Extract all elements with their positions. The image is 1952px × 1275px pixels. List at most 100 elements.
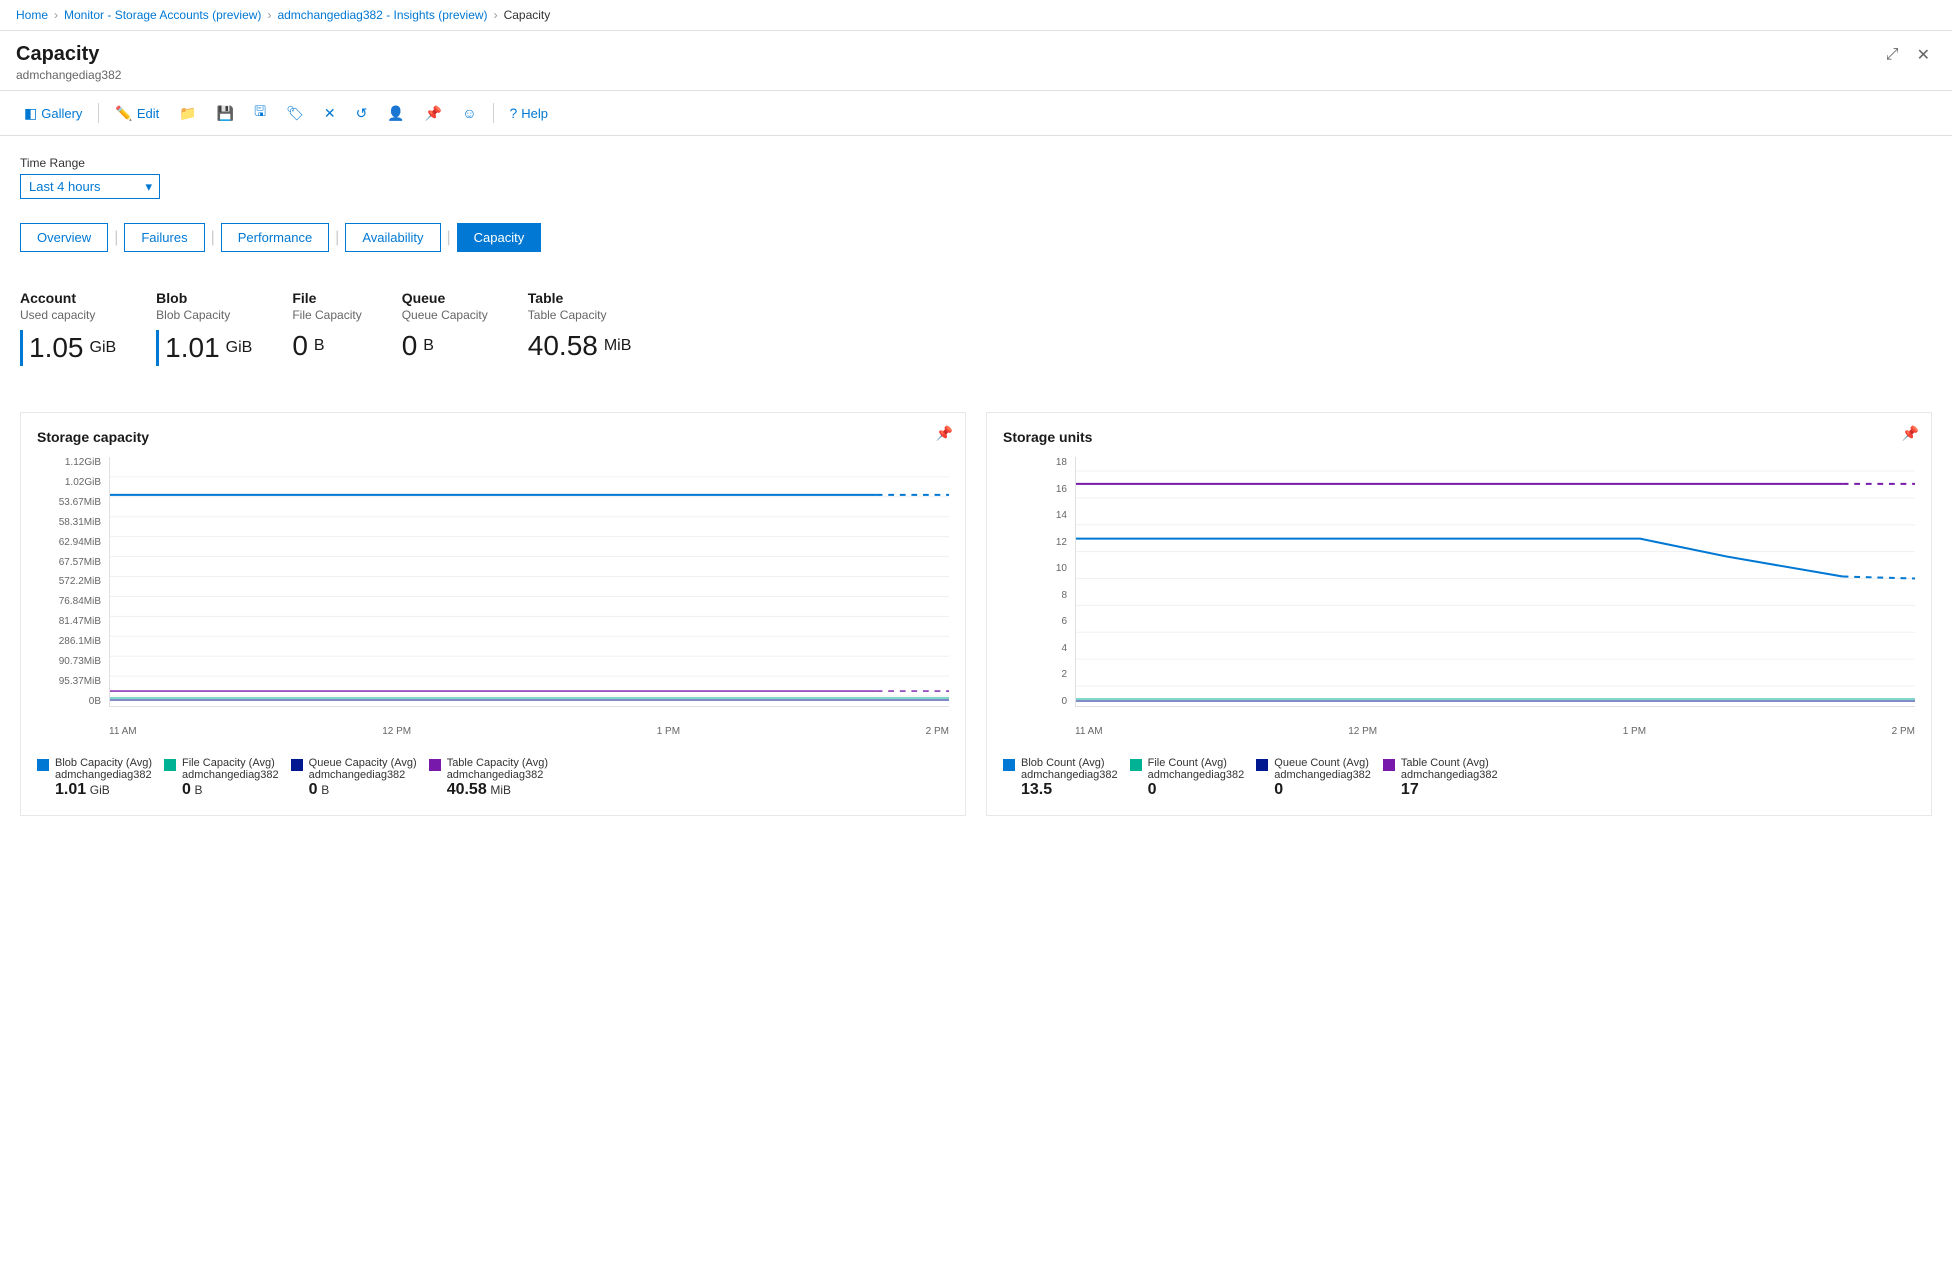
legend-file-color [164, 759, 176, 771]
metric-table-unit: MiB [604, 337, 632, 355]
metric-file-sublabel: File Capacity [292, 308, 361, 322]
legend-file-capacity: File Capacity (Avg) admchangediag382 0 B [164, 757, 279, 799]
storage-units-plot [1075, 457, 1915, 707]
breadcrumb-monitor[interactable]: Monitor - Storage Accounts (preview) [64, 8, 261, 22]
legend-queue-color [291, 759, 303, 771]
metric-file-value-row: 0 B [292, 330, 361, 362]
save-icon: 💾 [217, 105, 234, 122]
metrics-row: Account Used capacity 1.05 GiB Blob Blob… [20, 280, 1932, 376]
storage-units-legend: Blob Count (Avg) admchangediag382 13.5 F… [1003, 749, 1915, 799]
metric-queue-value-row: 0 B [402, 330, 488, 362]
metric-table-value-row: 40.58 MiB [528, 330, 632, 362]
metric-account-label: Account [20, 290, 116, 306]
tag-button[interactable]: 🏷 [278, 101, 312, 126]
metric-blob-unit: GiB [226, 339, 253, 357]
metric-file-value: 0 [292, 330, 308, 362]
tab-capacity[interactable]: Capacity [457, 223, 542, 252]
help-icon: ? [510, 105, 518, 121]
storage-units-title: Storage units [1003, 429, 1915, 445]
metric-blob-indicator [156, 330, 159, 366]
storage-units-panel: Storage units 📌 18 16 14 12 10 8 6 4 2 0 [986, 412, 1932, 816]
metric-blob-value: 1.01 [165, 332, 220, 364]
storage-capacity-plot [109, 457, 949, 707]
storage-units-svg [1076, 457, 1915, 706]
pin-toolbar-button[interactable]: 📌 [417, 101, 450, 126]
tab-bar: Overview | Failures | Performance | Avai… [20, 223, 1932, 252]
feedback-icon: ☺ [462, 105, 476, 121]
edit-button[interactable]: ✏️ Edit [107, 101, 167, 126]
legend-queue-count: Queue Count (Avg) admchangediag382 0 [1256, 757, 1371, 799]
metric-account-value-row: 1.05 GiB [20, 330, 116, 366]
legend-queue-count-color [1256, 759, 1268, 771]
panel-close-button[interactable]: ✕ [1911, 43, 1936, 67]
discard-icon: ✕ [324, 105, 336, 122]
save-button[interactable]: 💾 [209, 101, 242, 126]
time-range-select-wrapper[interactable]: Last 1 hour Last 4 hours Last 12 hours L… [20, 174, 160, 199]
legend-blob-color [37, 759, 49, 771]
breadcrumb-home[interactable]: Home [16, 8, 48, 22]
storage-capacity-chart-area: 1.12GiB 1.02GiB 53.67MiB 58.31MiB 62.94M… [37, 457, 949, 737]
metric-table: Table Table Capacity 40.58 MiB [528, 290, 632, 366]
feedback-button[interactable]: ☺ [454, 101, 484, 125]
refresh-button[interactable]: ↺ [348, 101, 376, 126]
share-button[interactable]: 👤 [379, 101, 412, 126]
tab-performance[interactable]: Performance [221, 223, 329, 252]
tab-availability[interactable]: Availability [345, 223, 440, 252]
panel-header: Capacity admchangediag382 ⤢ ✕ [0, 31, 1952, 91]
panel-actions: ⤢ ✕ [1880, 43, 1936, 67]
storage-units-y-axis: 18 16 14 12 10 8 6 4 2 0 [1003, 457, 1071, 707]
metric-table-label: Table [528, 290, 632, 306]
storage-capacity-svg [110, 457, 949, 706]
metric-blob-label: Blob [156, 290, 252, 306]
toolbar-separator-2 [493, 103, 494, 123]
tab-failures[interactable]: Failures [124, 223, 204, 252]
tag-icon: 🏷 [286, 105, 304, 122]
legend-file-count: File Count (Avg) admchangediag382 0 [1130, 757, 1245, 799]
storage-units-chart-area: 18 16 14 12 10 8 6 4 2 0 [1003, 457, 1915, 737]
legend-table-color [429, 759, 441, 771]
gallery-icon: ◧ [24, 105, 37, 122]
storage-capacity-pin[interactable]: 📌 [936, 425, 953, 442]
metric-queue-label: Queue [402, 290, 488, 306]
breadcrumb-current: Capacity [504, 8, 551, 22]
metric-blob-sublabel: Blob Capacity [156, 308, 252, 322]
metric-queue-value: 0 [402, 330, 418, 362]
storage-capacity-legend: Blob Capacity (Avg) admchangediag382 1.0… [37, 749, 949, 799]
storage-units-pin[interactable]: 📌 [1902, 425, 1919, 442]
main-content: Time Range Last 1 hour Last 4 hours Last… [0, 136, 1952, 1275]
saveas-icon: 🖫 [254, 101, 266, 125]
metric-account-sublabel: Used capacity [20, 308, 116, 322]
metric-queue-unit: B [423, 337, 434, 355]
panel-subtitle: admchangediag382 [16, 68, 121, 82]
saveas-button[interactable]: 🖫 [246, 97, 274, 129]
tab-overview[interactable]: Overview [20, 223, 108, 252]
panel-title: Capacity [16, 43, 121, 66]
refresh-icon: ↺ [356, 105, 368, 122]
metric-account-value: 1.05 [29, 332, 84, 364]
time-range-section: Time Range Last 1 hour Last 4 hours Last… [20, 156, 1932, 199]
metric-queue-sublabel: Queue Capacity [402, 308, 488, 322]
legend-blob-count-color [1003, 759, 1015, 771]
metric-file: File File Capacity 0 B [292, 290, 361, 366]
edit-icon: ✏️ [115, 105, 132, 122]
discard-button[interactable]: ✕ [316, 101, 344, 126]
pin-icon: 📌 [425, 105, 442, 122]
metric-blob-value-row: 1.01 GiB [156, 330, 252, 366]
toolbar: ◧ Gallery ✏️ Edit 📁 💾 🖫 🏷 ✕ ↺ 👤 📌 ☺ ? He… [0, 91, 1952, 136]
metric-table-sublabel: Table Capacity [528, 308, 632, 322]
metric-queue: Queue Queue Capacity 0 B [402, 290, 488, 366]
gallery-button[interactable]: ◧ Gallery [16, 101, 90, 126]
time-range-label: Time Range [20, 156, 1932, 170]
legend-blob-capacity: Blob Capacity (Avg) admchangediag382 1.0… [37, 757, 152, 799]
panel-pin-button[interactable]: ⤢ [1880, 43, 1905, 67]
storage-units-x-axis: 11 AM 12 PM 1 PM 2 PM [1075, 722, 1915, 737]
time-range-select[interactable]: Last 1 hour Last 4 hours Last 12 hours L… [20, 174, 160, 199]
new-icon: 📁 [179, 105, 196, 122]
legend-table-capacity: Table Capacity (Avg) admchangediag382 40… [429, 757, 548, 799]
metric-file-unit: B [314, 337, 325, 355]
breadcrumb-insights[interactable]: admchangediag382 - Insights (preview) [277, 8, 487, 22]
storage-capacity-y-axis: 1.12GiB 1.02GiB 53.67MiB 58.31MiB 62.94M… [37, 457, 105, 707]
new-button[interactable]: 📁 [171, 101, 204, 126]
legend-file-count-color [1130, 759, 1142, 771]
help-button[interactable]: ? Help [502, 101, 557, 125]
